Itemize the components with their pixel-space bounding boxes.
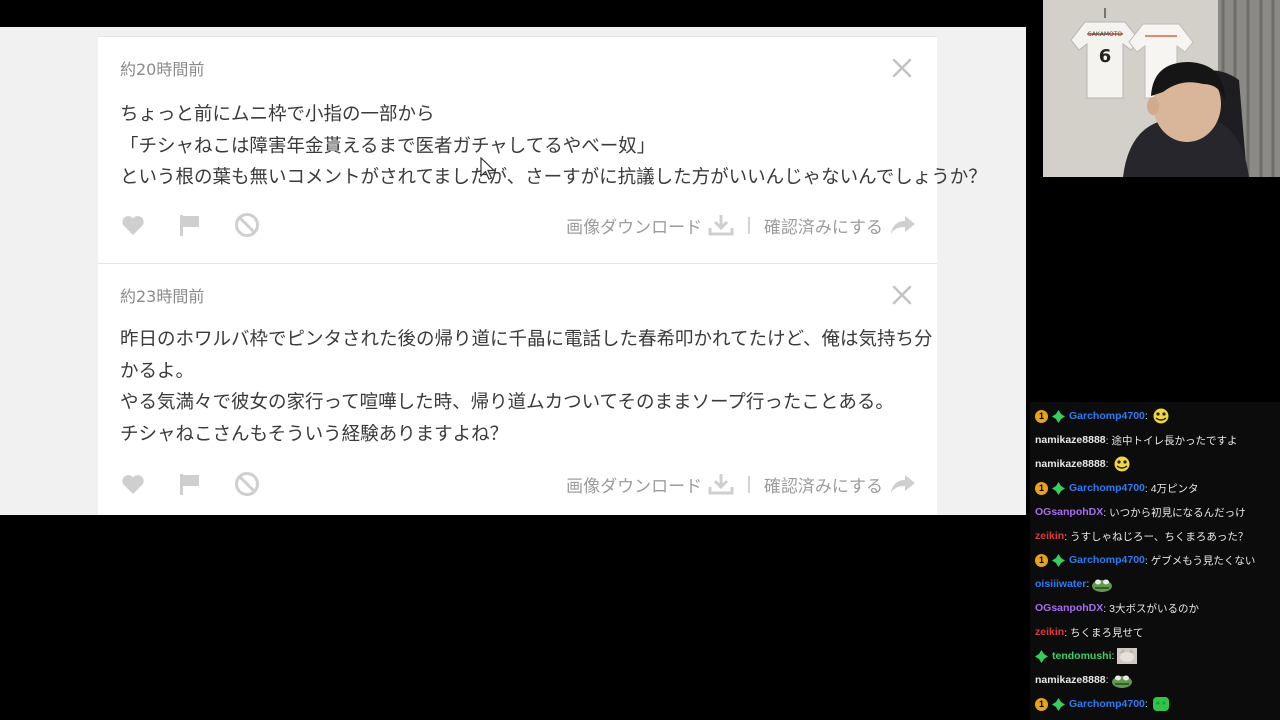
yellow-emote-icon (1114, 456, 1130, 472)
close-icon[interactable] (891, 284, 913, 306)
cat-emote-icon (1117, 648, 1138, 664)
download-image-button[interactable]: 画像ダウンロード (566, 213, 702, 238)
share-arrow-icon[interactable] (889, 213, 917, 237)
divider: | (746, 215, 752, 235)
mouse-cursor-icon (480, 157, 496, 180)
heart-icon[interactable] (120, 212, 146, 238)
divider: | (746, 474, 752, 494)
chat-message: 1 Garchomp4700: (1035, 692, 1172, 716)
frog-emote-icon (1111, 675, 1132, 688)
chat-text: : (1086, 578, 1090, 590)
chat-message: OGsanpohDX: いつから初見になるんだっけ (1035, 500, 1246, 524)
chat-text: : (1144, 410, 1148, 422)
subscriber-badge-icon[interactable]: 1 (1035, 697, 1048, 711)
comment-feed: 約20時間前 ちょっと前にムニ枠で小指の一部から 「チシャねこは障害年金貰えるま… (98, 27, 987, 515)
chat-text: : うすしゃねじろー、ちくまろあった？ (1064, 530, 1249, 543)
comment-right-actions: 画像ダウンロード | 確認済みにする (566, 469, 917, 499)
gem-badge-icon[interactable] (1052, 409, 1065, 423)
chat-username[interactable]: Garchomp4700 (1069, 698, 1145, 710)
comment-actions: 画像ダウンロード | 確認済みにする (120, 210, 917, 240)
chat-text: : (1111, 650, 1115, 662)
subscriber-badge-icon[interactable]: 1 (1035, 409, 1048, 423)
chat-username[interactable]: OGsanpohDX (1035, 602, 1103, 614)
chat-username[interactable]: tendomushi (1052, 650, 1112, 662)
comment-line: やる気満々で彼女の家行って喧嘩した時、帰り道ムカついてそのままソープ行ったことあ… (120, 392, 894, 413)
jersey-number: 6 (1099, 46, 1112, 67)
chat-message: zeikin: うすしゃねじろー、ちくまろあった？ (1035, 524, 1248, 548)
chat-text: : 3大ボスがいるのか (1103, 602, 1199, 615)
chat-text: : (1144, 698, 1148, 710)
chat-panel: 1 Garchomp4700: namikaze8888: 途中トイレ長かったです… (1030, 402, 1280, 720)
green-emote-icon (1152, 697, 1169, 711)
chat-message: 1 Garchomp4700: (1035, 404, 1172, 428)
chat-text: : 4万ピンタ (1144, 482, 1199, 495)
comment-actions: 画像ダウンロード | 確認済みにする (120, 469, 917, 499)
chat-message: namikaze8888: (1035, 452, 1133, 476)
comment-line: 昨日のホワルバ枠でピンタされた後の帰り道に千晶に電話した春希叩かれてたけど、俺は… (120, 329, 933, 350)
gem-badge-icon[interactable] (1052, 553, 1065, 567)
comment-card: 約20時間前 ちょっと前にムニ枠で小指の一部から 「チシャねこは障害年金貰えるま… (98, 36, 987, 263)
chat-username[interactable]: namikaze8888 (1035, 458, 1106, 470)
comment-line: かるよ。 (120, 360, 195, 382)
chat-message: zeikin: ちくまろ見せて (1035, 620, 1144, 644)
browser-capture: 約20時間前 ちょっと前にムニ枠で小指の一部から 「チシャねこは障害年金貰えるま… (0, 27, 1026, 515)
chat-username[interactable]: oisiiiwater (1035, 578, 1086, 590)
chat-message: oisiiiwater: (1035, 572, 1113, 596)
chat-text: : ゲブメもう見たくない (1144, 554, 1256, 567)
comment-time: 約23時間前 (120, 287, 205, 306)
chat-username[interactable]: namikaze8888 (1035, 674, 1106, 686)
gem-badge-icon[interactable] (1035, 649, 1048, 663)
chat-username[interactable]: OGsanpohDX (1035, 506, 1103, 518)
chat-text: : (1105, 458, 1109, 470)
download-image-button[interactable]: 画像ダウンロード (566, 472, 702, 497)
gem-badge-icon[interactable] (1052, 697, 1065, 711)
chat-message: namikaze8888: (1035, 668, 1133, 692)
chat-message: 1 Garchomp4700: ゲブメもう見たくない (1035, 548, 1255, 572)
comment-card: 約23時間前 昨日のホワルバ枠でピンタされた後の帰り道に千晶に電話した春希叩かれ… (98, 263, 937, 515)
mark-confirmed-button[interactable]: 確認済みにする (764, 213, 883, 238)
flag-icon[interactable] (177, 212, 203, 238)
yellow-emote-icon (1153, 408, 1169, 424)
comment-text: ちょっと前にムニ枠で小指の一部から 「チシャねこは障害年金貰えるまで医者ガチャし… (120, 99, 987, 194)
comment-right-actions: 画像ダウンロード | 確認済みにする (566, 210, 917, 240)
subscriber-badge-icon[interactable]: 1 (1035, 553, 1048, 567)
download-icon[interactable] (708, 213, 734, 237)
block-icon[interactable] (234, 471, 260, 497)
chat-message: 1 Garchomp4700: 4万ピンタ (1035, 476, 1199, 500)
block-icon[interactable] (234, 212, 260, 238)
close-icon[interactable] (891, 57, 913, 79)
heart-icon[interactable] (120, 471, 146, 497)
comment-text: 昨日のホワルバ枠でピンタされた後の帰り道に千晶に電話した春希叩かれてたけど、俺は… (120, 324, 933, 450)
webcam-image: SAKAMOTO 6 (1043, 0, 1280, 177)
subscriber-badge-icon[interactable]: 1 (1035, 481, 1048, 495)
share-arrow-icon[interactable] (889, 472, 917, 496)
comment-line: チシャねこさんもそういう経験ありますよね？ (120, 423, 509, 445)
chat-text: : 途中トイレ長かったですよ (1105, 434, 1238, 447)
chat-username[interactable]: Garchomp4700 (1069, 554, 1145, 566)
comment-line: という根の葉も無いコメントがされてましたが、さーすがに抗議した方がいいんじゃない… (120, 167, 987, 188)
comment-line: 「チシャねこは障害年金貰えるまで医者ガチャしてるやべー奴」 (120, 135, 656, 157)
chat-username[interactable]: zeikin (1035, 530, 1064, 542)
chat-message: OGsanpohDX: 3大ボスがいるのか (1035, 596, 1199, 620)
comment-time: 約20時間前 (120, 60, 205, 79)
comment-line: ちょっと前にムニ枠で小指の一部から (120, 104, 435, 125)
chat-username[interactable]: Garchomp4700 (1069, 410, 1145, 422)
jersey-name: SAKAMOTO (1088, 31, 1123, 38)
download-icon[interactable] (708, 472, 734, 496)
chat-text: : (1105, 674, 1109, 686)
webcam-feed: SAKAMOTO 6 (1043, 0, 1280, 177)
chat-text: : ちくまろ見せて (1064, 626, 1144, 639)
chat-username[interactable]: zeikin (1035, 626, 1064, 638)
flag-icon[interactable] (177, 471, 203, 497)
mark-confirmed-button[interactable]: 確認済みにする (764, 472, 883, 497)
chat-text: : いつから初見になるんだっけ (1103, 506, 1246, 519)
chat-username[interactable]: namikaze8888 (1035, 434, 1106, 446)
chat-message: namikaze8888: 途中トイレ長かったですよ (1035, 428, 1237, 452)
gem-badge-icon[interactable] (1052, 481, 1065, 495)
chat-username[interactable]: Garchomp4700 (1069, 482, 1145, 494)
frog-emote-icon (1092, 579, 1113, 592)
chat-message: tendomushi: (1035, 644, 1138, 668)
